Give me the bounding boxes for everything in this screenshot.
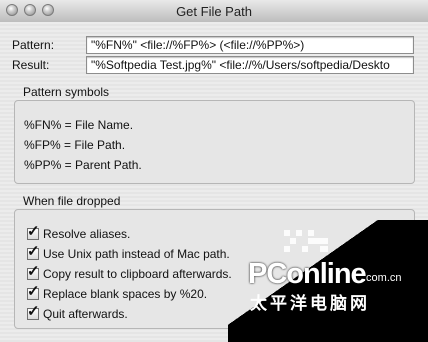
checkmark-icon: ✓ bbox=[27, 283, 40, 300]
checkmark-icon: ✓ bbox=[27, 303, 40, 320]
option-label: Replace blank spaces by %20. bbox=[43, 287, 208, 301]
checkbox[interactable]: ✓ bbox=[27, 304, 40, 320]
checkbox[interactable]: ✓ bbox=[27, 264, 40, 280]
pconline-chinese-name: 太平洋电脑网 bbox=[250, 294, 370, 313]
pixel-logo-icon bbox=[284, 230, 328, 260]
option-label: Quit afterwards. bbox=[43, 307, 128, 321]
pattern-label: Pattern: bbox=[12, 38, 55, 52]
when-file-dropped-title: When file dropped bbox=[23, 194, 121, 208]
checkbox[interactable]: ✓ bbox=[27, 284, 40, 300]
window-title: Get File Path bbox=[176, 4, 252, 19]
title-bar[interactable]: Get File Path bbox=[0, 0, 428, 23]
option-label: Use Unix path instead of Mac path. bbox=[43, 247, 230, 261]
checkbox[interactable]: ✓ bbox=[27, 224, 40, 240]
symbol-parent-path: %PP% = Parent Path. bbox=[24, 158, 142, 172]
checkmark-icon: ✓ bbox=[27, 243, 40, 260]
symbol-file-name: %FN% = File Name. bbox=[24, 118, 134, 132]
result-field[interactable]: "%Softpedia Test.jpg%" <file://%/Users/s… bbox=[86, 56, 414, 74]
option-label: Copy result to clipboard afterwards. bbox=[43, 267, 232, 281]
option-replace-spaces[interactable]: ✓ Replace blank spaces by %20. bbox=[27, 284, 208, 301]
option-copy-clipboard[interactable]: ✓ Copy result to clipboard afterwards. bbox=[27, 264, 232, 281]
checkbox[interactable]: ✓ bbox=[27, 244, 40, 260]
checkmark-icon: ✓ bbox=[27, 223, 40, 240]
checkmark-icon: ✓ bbox=[27, 263, 40, 280]
pattern-input[interactable]: "%FN%" <file://%FP%> (<file://%PP%>) bbox=[86, 36, 414, 54]
pattern-symbols-title: Pattern symbols bbox=[23, 85, 110, 99]
option-resolve-aliases[interactable]: ✓ Resolve aliases. bbox=[27, 224, 131, 241]
option-quit-afterwards[interactable]: ✓ Quit afterwards. bbox=[27, 304, 128, 321]
pconline-domain: .com.cn bbox=[363, 272, 402, 284]
symbol-file-path: %FP% = File Path. bbox=[24, 138, 126, 152]
option-label: Resolve aliases. bbox=[43, 227, 131, 241]
option-unix-path[interactable]: ✓ Use Unix path instead of Mac path. bbox=[27, 244, 230, 261]
pconline-logo: PConline bbox=[248, 258, 367, 290]
result-label: Result: bbox=[12, 58, 50, 72]
